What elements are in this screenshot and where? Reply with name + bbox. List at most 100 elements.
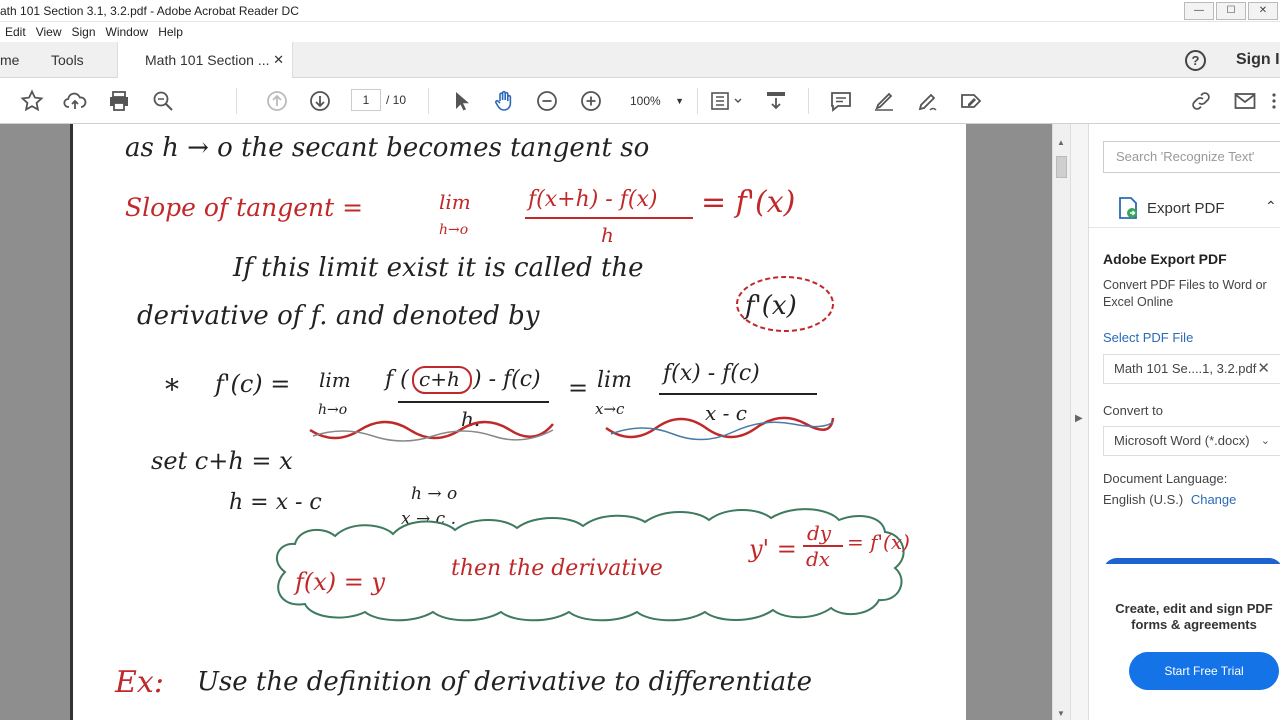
- handwritten-notes: as h → o the secant becomes tangent so S…: [114, 133, 910, 700]
- zoom-out-icon[interactable]: [535, 89, 559, 113]
- tab-document[interactable]: Math 101 Section ... ✕: [117, 42, 293, 79]
- scroll-down-icon[interactable]: ▼: [1057, 709, 1065, 718]
- note-lim-sub: h→o: [439, 222, 468, 238]
- note-line-4: derivative of f. and denoted by: [137, 301, 540, 331]
- menu-window[interactable]: Window: [101, 22, 154, 42]
- note-line-6: set c+h = x: [151, 447, 293, 475]
- highlight-pen-icon[interactable]: [872, 89, 896, 113]
- menu-edit[interactable]: Edit: [0, 22, 31, 42]
- note-star: *: [165, 373, 179, 406]
- note-line-7b: h → o: [411, 484, 457, 504]
- start-free-trial-button[interactable]: Start Free Trial: [1129, 652, 1279, 690]
- selected-file: Math 101 Se....1, 3.2.pdf ✕: [1103, 354, 1280, 384]
- note-lim-2: lim: [319, 368, 351, 392]
- scribble-underline: [309, 420, 554, 440]
- sign-in-button[interactable]: Sign I: [1236, 42, 1280, 78]
- change-language-link[interactable]: Change: [1191, 492, 1237, 507]
- select-cursor-icon[interactable]: [449, 89, 473, 113]
- fit-page-icon[interactable]: [709, 89, 745, 113]
- tab-home[interactable]: me: [0, 42, 19, 78]
- doc-language-label: Document Language:: [1103, 471, 1228, 486]
- tab-bar: me Tools Math 101 Section ... ✕ ? Sign I: [0, 42, 1280, 79]
- hand-tool-icon[interactable]: [492, 89, 516, 113]
- note-cloud-a: f(x) = y: [293, 568, 386, 596]
- vertical-scrollbar[interactable]: ▲ ▼: [1052, 124, 1070, 720]
- close-button[interactable]: ✕: [1248, 2, 1278, 20]
- promo-text: Create, edit and sign PDF forms & agreem…: [1115, 601, 1273, 632]
- note-line-3: If this limit exist it is called the: [232, 253, 644, 283]
- window-controls: — ☐ ✕: [1184, 0, 1280, 22]
- convert-to-value: Microsoft Word (*.docx): [1114, 433, 1250, 448]
- note-fprime-c: f'(c) =: [213, 370, 290, 398]
- menu-view[interactable]: View: [31, 22, 67, 42]
- doc-language: English (U.S.) Change: [1103, 492, 1236, 507]
- export-description: Convert PDF Files to Word or Excel Onlin…: [1103, 278, 1267, 309]
- zoom-in-icon[interactable]: [579, 89, 603, 113]
- note-fprime-boxed: f'(x): [743, 291, 797, 321]
- zoom-value: 100%: [630, 94, 661, 108]
- next-page-icon[interactable]: [308, 89, 332, 113]
- scroll-up-icon[interactable]: ▲: [1057, 138, 1065, 147]
- zoom-select[interactable]: 100% ▼: [620, 90, 690, 112]
- export-pdf-header[interactable]: Export PDF ⌃: [1089, 186, 1280, 228]
- upload-cloud-icon[interactable]: [63, 89, 87, 113]
- maximize-button[interactable]: ☐: [1216, 2, 1246, 20]
- doc-language-value: English (U.S.): [1103, 492, 1184, 507]
- note-cloud-num: dy: [807, 521, 832, 545]
- page-total: / 10: [386, 93, 407, 107]
- toolbar: 1 / 10 100% ▼: [0, 78, 1280, 124]
- search-icon[interactable]: [151, 89, 175, 113]
- more-tools-icon[interactable]: [1268, 89, 1280, 113]
- file-name: Math 101 Se....1, 3.2.pdf: [1114, 361, 1257, 376]
- scrollbar-thumb[interactable]: [1056, 156, 1067, 178]
- email-icon[interactable]: [1233, 89, 1257, 113]
- note-derivative-result: = f'(x): [701, 185, 795, 220]
- export-pdf-label: Export PDF: [1147, 200, 1225, 217]
- note-cloud-den: dx: [806, 547, 830, 571]
- note-num-b: c+h: [419, 367, 460, 391]
- export-pdf-icon: [1117, 196, 1139, 220]
- note-lim-3-sub: x→c: [595, 400, 625, 418]
- select-file-link[interactable]: Select PDF File: [1103, 330, 1193, 345]
- note-ex-label: Ex:: [114, 665, 164, 700]
- note-num-2: f(x) - f(c): [661, 361, 760, 386]
- chevron-up-icon[interactable]: ⌃: [1265, 198, 1277, 215]
- note-cloud-d: = f'(x): [847, 530, 910, 554]
- toolbar-divider: [808, 88, 809, 114]
- chevron-down-icon: ⌄: [1260, 435, 1270, 447]
- note-cloud-b: then the derivative: [451, 556, 663, 581]
- convert-to-select[interactable]: Microsoft Word (*.docx) ⌄: [1103, 426, 1280, 456]
- note-num-a: f (: [383, 367, 409, 392]
- remove-file-icon[interactable]: ✕: [1257, 355, 1270, 383]
- promo-box: Create, edit and sign PDF forms & agreem…: [1089, 564, 1280, 720]
- chevron-down-icon: ▼: [675, 96, 684, 106]
- document-area[interactable]: as h → o the secant becomes tangent so S…: [0, 124, 1070, 720]
- scroll-mode-icon[interactable]: [764, 89, 788, 113]
- draw-icon[interactable]: [916, 89, 940, 113]
- search-input[interactable]: Search 'Recognize Text': [1103, 141, 1280, 173]
- minimize-button[interactable]: —: [1184, 2, 1214, 20]
- window-title: ath 101 Section 3.1, 3.2.pdf - Adobe Acr…: [0, 4, 299, 18]
- menu-sign[interactable]: Sign: [66, 22, 100, 42]
- tab-tools[interactable]: Tools: [51, 42, 84, 78]
- close-tab-icon[interactable]: ✕: [273, 42, 284, 78]
- comment-icon[interactable]: [829, 89, 853, 113]
- right-tools-panel: Search 'Recognize Text' Export PDF ⌃ Ado…: [1088, 124, 1280, 720]
- panel-collapse-bar[interactable]: ▶: [1070, 124, 1088, 720]
- pdf-page[interactable]: as h → o the secant becomes tangent so S…: [70, 124, 966, 720]
- convert-to-label: Convert to: [1103, 403, 1163, 418]
- fill-sign-icon[interactable]: [959, 89, 983, 113]
- link-icon[interactable]: [1189, 89, 1213, 113]
- print-icon[interactable]: [107, 89, 131, 113]
- note-fraction-den: h: [601, 223, 614, 247]
- menu-help[interactable]: Help: [153, 22, 188, 42]
- chevron-right-icon[interactable]: ▶: [1075, 413, 1083, 424]
- note-line-7a: h = x - c: [229, 490, 322, 515]
- note-den-2: x - c: [705, 401, 747, 425]
- previous-page-icon[interactable]: [265, 89, 289, 113]
- note-lim-2-sub: h→o: [318, 402, 347, 418]
- help-icon[interactable]: ?: [1185, 50, 1206, 71]
- page-number-input[interactable]: 1: [351, 89, 381, 111]
- star-icon[interactable]: [20, 89, 44, 113]
- menu-bar: Edit View Sign Window Help: [0, 22, 1280, 42]
